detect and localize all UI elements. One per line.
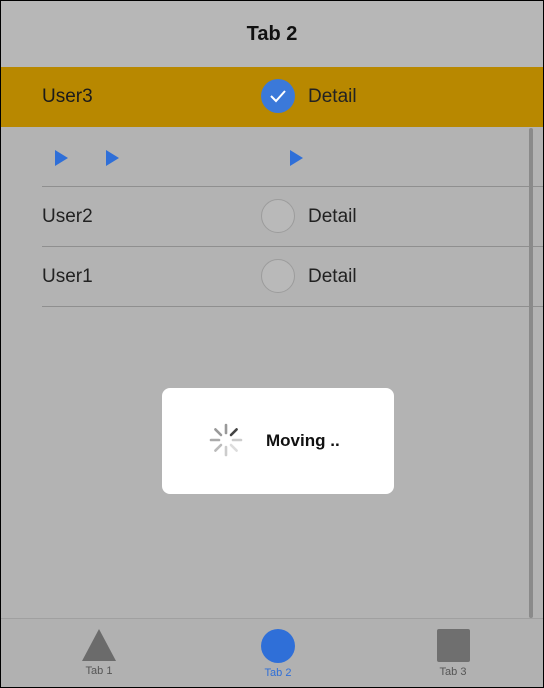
list-item-name: User1 [42, 266, 93, 287]
unchecked-circle-icon[interactable] [261, 259, 295, 293]
list-item-user3[interactable]: User3 Detail [1, 67, 543, 127]
detail-link[interactable]: Detail [308, 67, 357, 127]
detail-link[interactable]: Detail [308, 247, 357, 307]
square-icon [436, 629, 470, 662]
list-item-name: User3 [42, 86, 93, 107]
tab-2[interactable]: Tab 2 [218, 619, 338, 687]
checkmark-icon[interactable] [261, 79, 295, 113]
toast-message: Moving .. [266, 431, 340, 450]
detail-link[interactable]: Detail [308, 187, 357, 247]
list-item-user2[interactable]: User2 Detail [1, 187, 543, 247]
play-arrow-icon[interactable] [55, 150, 68, 166]
list-item-user1[interactable]: User1 Detail [1, 247, 543, 307]
loading-toast: Moving .. [162, 388, 394, 494]
tab-label: Tab 1 [85, 665, 113, 677]
tab-label: Tab 3 [439, 666, 467, 678]
app-window: Tab 2 User3 Detail User2 Detail User1 De… [0, 0, 544, 688]
play-arrow-icon[interactable] [106, 150, 119, 166]
scrollbar[interactable] [529, 128, 533, 618]
user-list: User3 Detail User2 Detail User1 Detail [1, 67, 543, 307]
divider [42, 306, 543, 307]
check-glyph [270, 90, 286, 103]
tab-bar: Tab 1 Tab 2 Tab 3 [1, 618, 543, 687]
tab-3[interactable]: Tab 3 [393, 619, 513, 687]
unchecked-circle-icon[interactable] [261, 199, 295, 233]
page-title: Tab 2 [1, 1, 543, 68]
list-item-name: User2 [42, 206, 93, 227]
spinner-icon [209, 423, 243, 457]
tab-label: Tab 2 [264, 667, 292, 679]
circle-icon [261, 629, 295, 663]
reorder-controls-row [1, 127, 543, 187]
play-arrow-icon[interactable] [290, 150, 303, 166]
triangle-icon [82, 629, 116, 661]
tab-1[interactable]: Tab 1 [39, 619, 159, 687]
